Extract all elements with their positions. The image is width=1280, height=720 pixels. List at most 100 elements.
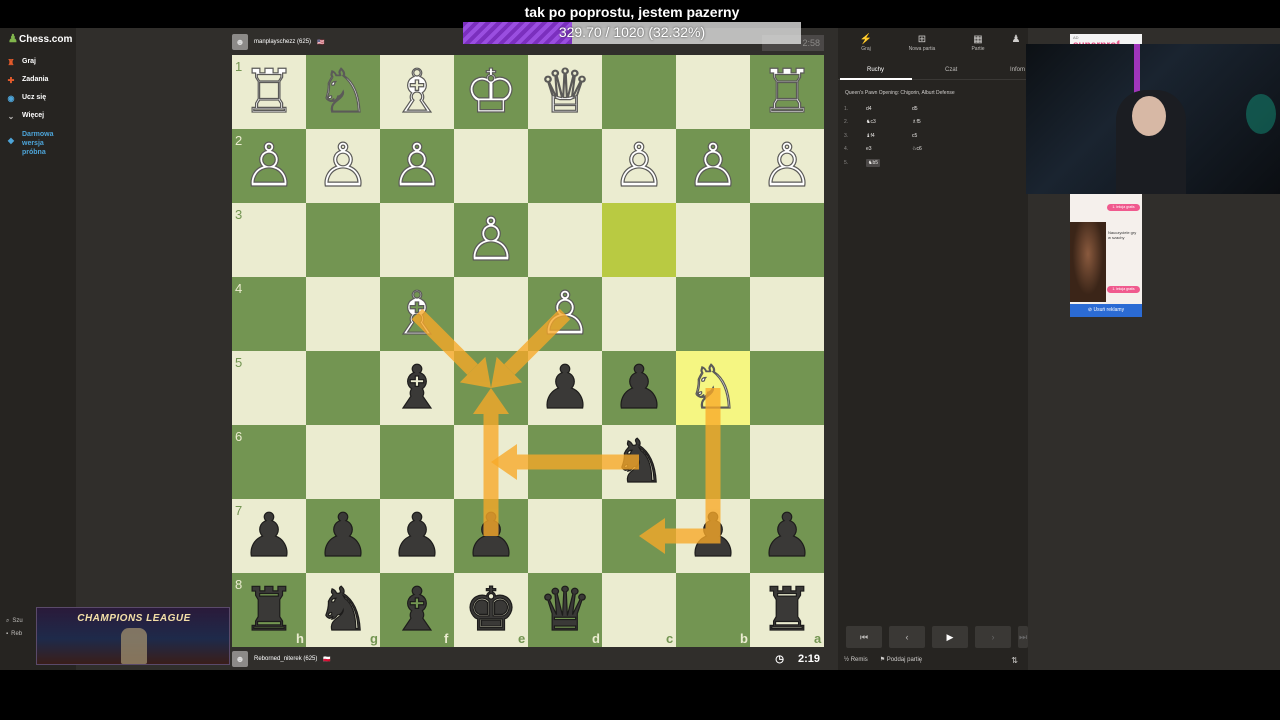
piece-white-d1[interactable]: ♕ bbox=[538, 56, 593, 127]
board-square-e2[interactable] bbox=[454, 129, 528, 203]
board-square-d3[interactable] bbox=[528, 203, 602, 277]
board-square-b4[interactable] bbox=[676, 277, 750, 351]
chess-board[interactable]: 1 2 3 4 5 6 7 8 h g f e d c b a ♖ ♘ ♗ ♔ ♕ ♖ ♙ ♙ ♙ ♙ ♙ ♙ ♙ ♗ ♙ ♝ ♟ ♟ ♘ ♞ ♟ ♟ ♟ ♟… bbox=[232, 55, 824, 647]
next-move-button[interactable]: › bbox=[975, 626, 1011, 648]
black-move[interactable]: ♘c6 bbox=[912, 146, 958, 152]
draw-button[interactable]: ½ Remis bbox=[844, 657, 868, 663]
board-square-f6[interactable] bbox=[380, 425, 454, 499]
white-move[interactable]: ♞c3 bbox=[866, 119, 876, 125]
avatar[interactable]: ☻ bbox=[232, 34, 248, 50]
board-square-h3[interactable] bbox=[232, 203, 306, 277]
play-moves-button[interactable]: ▶ bbox=[932, 626, 968, 648]
last-move-button[interactable]: ⏭ bbox=[1018, 626, 1028, 648]
piece-white-g1[interactable]: ♘ bbox=[316, 56, 371, 127]
sidebar-item-puzzles[interactable]: ✚ Zadania bbox=[6, 76, 49, 85]
board-square-f3[interactable] bbox=[380, 203, 454, 277]
resign-button[interactable]: ⚑ Poddaj partię bbox=[880, 656, 922, 663]
file-label: e bbox=[518, 631, 525, 646]
prev-move-button[interactable]: ‹ bbox=[889, 626, 925, 648]
chess-logo[interactable]: ♟ Chess.com bbox=[8, 34, 72, 46]
board-square-c3[interactable] bbox=[602, 203, 676, 277]
panel-new-game-button[interactable]: ⊞ Nowa partia bbox=[894, 34, 950, 52]
streamer-face bbox=[1132, 96, 1166, 136]
piece-white-h1[interactable]: ♖ bbox=[242, 56, 297, 127]
piece-black-d5[interactable]: ♟ bbox=[538, 352, 593, 423]
tab-info[interactable]: Infom bbox=[1010, 67, 1025, 73]
ad-cta[interactable]: 1. lekcja gratis bbox=[1107, 204, 1140, 211]
piece-black-f5[interactable]: ♝ bbox=[390, 352, 445, 423]
panel-friends-button[interactable]: ♟ bbox=[1006, 34, 1026, 46]
piece-black-d8[interactable]: ♛ bbox=[538, 574, 593, 645]
white-move[interactable]: d4 bbox=[866, 106, 872, 112]
piece-black-f7[interactable]: ♟ bbox=[390, 500, 445, 571]
panel-games-button[interactable]: ▦ Partie bbox=[950, 34, 1006, 52]
piece-white-e3[interactable]: ♙ bbox=[464, 204, 519, 275]
piece-black-e8[interactable]: ♚ bbox=[464, 574, 519, 645]
board-square-c4[interactable] bbox=[602, 277, 676, 351]
piece-black-h7[interactable]: ♟ bbox=[242, 500, 297, 571]
board-square-a6[interactable] bbox=[750, 425, 824, 499]
piece-white-b2[interactable]: ♙ bbox=[686, 130, 741, 201]
piece-black-g8[interactable]: ♞ bbox=[316, 574, 371, 645]
board-square-h4[interactable] bbox=[232, 277, 306, 351]
board-square-a3[interactable] bbox=[750, 203, 824, 277]
sidebar-item-more[interactable]: ⌄ Więcej bbox=[6, 112, 44, 121]
board-square-b8[interactable] bbox=[676, 573, 750, 647]
piece-white-e1[interactable]: ♔ bbox=[464, 56, 519, 127]
black-move[interactable]: d5 bbox=[912, 106, 958, 112]
board-square-d7[interactable] bbox=[528, 499, 602, 573]
white-move[interactable]: ♝f4 bbox=[866, 133, 875, 139]
board-square-a5[interactable] bbox=[750, 351, 824, 425]
piece-white-a1[interactable]: ♖ bbox=[760, 56, 815, 127]
chess-board-svg[interactable]: 12345678h g f e d c b a♖ ♘ ♗ ♔ ♕ ♖♙ ♙ ♙ ♙ ♙ ♙♙♗ ♙♝ ♟ ♟ ♘♞♟ ♟ ♟ ♟… bbox=[232, 55, 824, 647]
board-square-g3[interactable] bbox=[306, 203, 380, 277]
sidebar-item-free-trial[interactable]: ◆ Darmowa wersja próbna bbox=[6, 130, 60, 157]
sidebar-item-play[interactable]: ♜ Graj bbox=[6, 58, 36, 67]
piece-black-a8[interactable]: ♜ bbox=[760, 574, 815, 645]
piece-black-c5[interactable]: ♟ bbox=[612, 352, 667, 423]
white-move[interactable]: e3 bbox=[866, 146, 872, 152]
avatar[interactable]: ☻ bbox=[232, 651, 248, 667]
bottom-player-name[interactable]: Reborned_niterek (625) bbox=[254, 656, 317, 662]
tab-chat[interactable]: Czat bbox=[945, 67, 957, 73]
black-move[interactable]: c5 bbox=[912, 133, 958, 139]
ad-cta[interactable]: 1. lekcja gratis bbox=[1107, 286, 1140, 293]
ad-banner-side[interactable]: 1. lekcja gratis Nauczyciele gry w szach… bbox=[1070, 194, 1142, 304]
black-move[interactable]: ♗f5 bbox=[912, 119, 958, 125]
top-player-name[interactable]: manplayschezz (625) bbox=[254, 39, 311, 45]
user-link[interactable]: ▪ Reb bbox=[6, 631, 23, 637]
move-number: 1. bbox=[844, 105, 849, 112]
board-square-c1[interactable] bbox=[602, 55, 676, 129]
piece-white-h2[interactable]: ♙ bbox=[242, 130, 297, 201]
piece-white-a2[interactable]: ♙ bbox=[760, 130, 815, 201]
board-square-g4[interactable] bbox=[306, 277, 380, 351]
board-square-b1[interactable] bbox=[676, 55, 750, 129]
board-square-h6[interactable] bbox=[232, 425, 306, 499]
piece-black-g7[interactable]: ♟ bbox=[316, 500, 371, 571]
white-move[interactable]: ♞b5 bbox=[866, 158, 881, 167]
piece-black-a7[interactable]: ♟ bbox=[760, 500, 815, 571]
remove-ads-button[interactable]: ⊘ Usuń reklamy bbox=[1070, 304, 1142, 317]
board-square-b3[interactable] bbox=[676, 203, 750, 277]
piece-black-h8[interactable]: ♜ bbox=[242, 574, 297, 645]
board-square-d2[interactable] bbox=[528, 129, 602, 203]
flip-board-icon[interactable]: ⇅ bbox=[1011, 656, 1018, 665]
search-link[interactable]: ⌕ Szu bbox=[6, 618, 23, 625]
opening-name[interactable]: Queen's Pawn Opening: Chigorin, Alburt D… bbox=[845, 90, 955, 96]
piece-white-f2[interactable]: ♙ bbox=[390, 130, 445, 201]
piece-white-f1[interactable]: ♗ bbox=[390, 56, 445, 127]
piece-white-c2[interactable]: ♙ bbox=[612, 130, 667, 201]
sidebar-item-learn[interactable]: ◉ Ucz się bbox=[6, 94, 47, 103]
piece-black-f8[interactable]: ♝ bbox=[390, 574, 445, 645]
piece-white-g2[interactable]: ♙ bbox=[316, 130, 371, 201]
board-square-g6[interactable] bbox=[306, 425, 380, 499]
board-square-a4[interactable] bbox=[750, 277, 824, 351]
panel-play-button[interactable]: ⚡ Graj bbox=[838, 34, 894, 52]
first-move-button[interactable]: ⏮ bbox=[846, 626, 882, 648]
board-square-e4[interactable] bbox=[454, 277, 528, 351]
board-square-c8[interactable] bbox=[602, 573, 676, 647]
board-square-h5[interactable] bbox=[232, 351, 306, 425]
file-label: b bbox=[740, 631, 748, 646]
tab-moves[interactable]: Ruchy bbox=[867, 67, 884, 73]
board-square-g5[interactable] bbox=[306, 351, 380, 425]
